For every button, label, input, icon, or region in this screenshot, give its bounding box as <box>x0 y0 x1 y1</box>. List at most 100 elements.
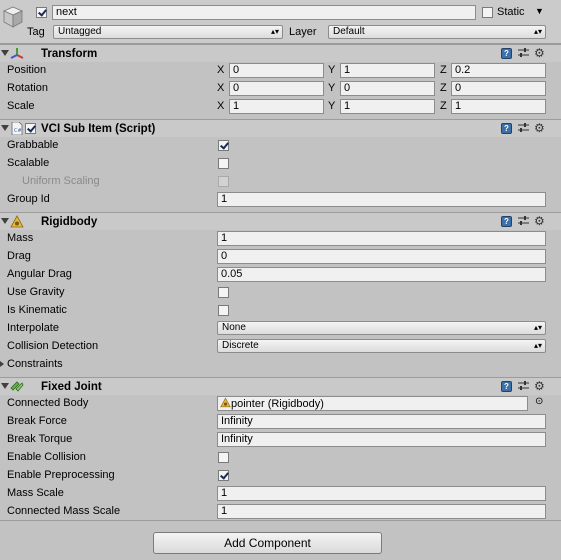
connected-body-field[interactable]: pointer (Rigidbody) <box>217 396 528 411</box>
is-kinematic-checkbox[interactable] <box>218 305 229 316</box>
grabbable-checkbox[interactable] <box>218 140 229 151</box>
axis-z-label[interactable]: Z <box>440 63 447 77</box>
connected-mass-scale-field[interactable]: 1 <box>217 504 546 519</box>
svg-text:C#: C# <box>14 128 22 134</box>
scale-y-field[interactable]: 1 <box>340 99 435 114</box>
preset-sliders-icon[interactable] <box>518 380 529 392</box>
help-icon[interactable]: ? <box>501 381 512 392</box>
axis-y-label[interactable]: Y <box>328 63 335 77</box>
static-label: Static <box>497 6 525 18</box>
fixed-joint-title: Fixed Joint <box>41 381 102 393</box>
transform-header[interactable]: Transform ? ⚙ <box>0 44 561 62</box>
foldout-arrow-icon[interactable] <box>1 218 9 224</box>
preset-sliders-icon[interactable] <box>518 122 529 134</box>
use-gravity-checkbox[interactable] <box>218 287 229 298</box>
fixed-joint-header[interactable]: Fixed Joint ? ⚙ <box>0 377 561 395</box>
axis-x-label[interactable]: X <box>217 81 224 95</box>
scale-z-field[interactable]: 1 <box>451 99 546 114</box>
use-gravity-label: Use Gravity <box>7 286 65 298</box>
axis-x-label[interactable]: X <box>217 99 224 113</box>
axis-z-label[interactable]: Z <box>440 99 447 113</box>
gear-icon[interactable]: ⚙ <box>534 46 545 60</box>
rigidbody-header[interactable]: Rigidbody ? ⚙ <box>0 212 561 230</box>
foldout-arrow-icon[interactable] <box>1 125 9 131</box>
rigidbody-icon <box>220 397 231 408</box>
dropdown-arrow-icon: ▴▾ <box>533 341 542 350</box>
object-header: next Static ▼ Tag Untagged ▴▾ Layer Defau… <box>0 0 561 44</box>
layer-label: Layer <box>289 26 317 38</box>
grabbable-label: Grabbable <box>7 139 59 151</box>
transform-axes-icon <box>10 48 24 59</box>
constraints-foldout-icon[interactable] <box>0 361 4 367</box>
gear-icon[interactable]: ⚙ <box>534 379 545 393</box>
static-checkbox[interactable] <box>482 7 493 18</box>
vci-sub-item-header[interactable]: C# VCI Sub Item (Script) ? ⚙ <box>0 119 561 137</box>
component-header-icons: ? ⚙ <box>501 379 551 394</box>
vci-enabled-checkbox[interactable] <box>25 123 36 134</box>
collision-detection-dropdown[interactable]: Discrete ▴▾ <box>217 339 546 353</box>
fixed-joint-icon <box>10 381 24 392</box>
break-force-field[interactable]: Infinity <box>217 414 546 429</box>
rigidbody-title: Rigidbody <box>41 216 98 228</box>
rigidbody-icon <box>10 215 24 228</box>
preset-sliders-icon[interactable] <box>518 215 529 227</box>
gear-icon[interactable]: ⚙ <box>534 121 545 135</box>
script-file-icon: C# <box>11 122 23 135</box>
axis-z-label[interactable]: Z <box>440 81 447 95</box>
break-torque-field[interactable]: Infinity <box>217 432 546 447</box>
collision-detection-label: Collision Detection <box>7 340 99 352</box>
help-icon[interactable]: ? <box>501 123 512 134</box>
transform-title: Transform <box>41 48 98 60</box>
constraints-label[interactable]: Constraints <box>7 357 63 371</box>
drag-field[interactable]: 0 <box>217 249 546 264</box>
tag-dropdown[interactable]: Untagged ▴▾ <box>53 25 283 39</box>
drag-label: Drag <box>7 250 31 262</box>
position-z-field[interactable]: 0.2 <box>451 63 546 78</box>
dropdown-arrow-icon: ▴▾ <box>533 27 542 36</box>
gear-icon[interactable]: ⚙ <box>534 214 545 228</box>
dropdown-arrow-icon: ▴▾ <box>533 323 542 332</box>
active-checkbox[interactable] <box>36 7 47 18</box>
mass-field[interactable]: 1 <box>217 231 546 246</box>
foldout-arrow-icon[interactable] <box>1 50 9 56</box>
help-icon[interactable]: ? <box>501 48 512 59</box>
interpolate-value: None <box>222 322 246 333</box>
axis-y-label[interactable]: Y <box>328 99 335 113</box>
tag-label: Tag <box>27 26 45 38</box>
mass-label: Mass <box>7 232 34 244</box>
axis-x-label[interactable]: X <box>217 63 224 77</box>
component-header-icons: ? ⚙ <box>501 46 551 61</box>
scalable-label: Scalable <box>7 157 50 169</box>
gameobject-cube-icon <box>3 6 23 28</box>
position-label: Position <box>7 64 47 76</box>
object-name-field[interactable]: next <box>52 5 476 20</box>
uniform-scaling-label: Uniform Scaling <box>22 175 100 187</box>
foldout-arrow-icon[interactable] <box>1 383 9 389</box>
enable-preprocessing-checkbox[interactable] <box>218 470 229 481</box>
add-component-button[interactable]: Add Component <box>153 532 382 554</box>
mass-scale-field[interactable]: 1 <box>217 486 546 501</box>
scale-label: Scale <box>7 100 35 112</box>
rotation-z-field[interactable]: 0 <box>451 81 546 96</box>
help-icon[interactable]: ? <box>501 216 512 227</box>
position-y-field[interactable]: 1 <box>340 63 435 78</box>
enable-collision-checkbox[interactable] <box>218 452 229 463</box>
rotation-y-field[interactable]: 0 <box>340 81 435 96</box>
object-picker-icon[interactable]: ⊙ <box>535 395 543 409</box>
break-torque-label: Break Torque <box>7 433 73 445</box>
scale-x-field[interactable]: 1 <box>229 99 324 114</box>
group-id-field[interactable]: 1 <box>217 192 546 207</box>
scalable-checkbox[interactable] <box>218 158 229 169</box>
rotation-x-field[interactable]: 0 <box>229 81 324 96</box>
interpolate-dropdown[interactable]: None ▴▾ <box>217 321 546 335</box>
connected-body-label: Connected Body <box>7 397 89 409</box>
axis-y-label[interactable]: Y <box>328 81 335 95</box>
position-x-field[interactable]: 0 <box>229 63 324 78</box>
static-dropdown-icon[interactable]: ▼ <box>535 4 544 18</box>
preset-sliders-icon[interactable] <box>518 47 529 59</box>
collision-detection-value: Discrete <box>222 340 259 351</box>
layer-dropdown[interactable]: Default ▴▾ <box>328 25 546 39</box>
component-header-icons: ? ⚙ <box>501 214 551 229</box>
connected-body-value: pointer (Rigidbody) <box>231 398 324 410</box>
angular-drag-field[interactable]: 0.05 <box>217 267 546 282</box>
